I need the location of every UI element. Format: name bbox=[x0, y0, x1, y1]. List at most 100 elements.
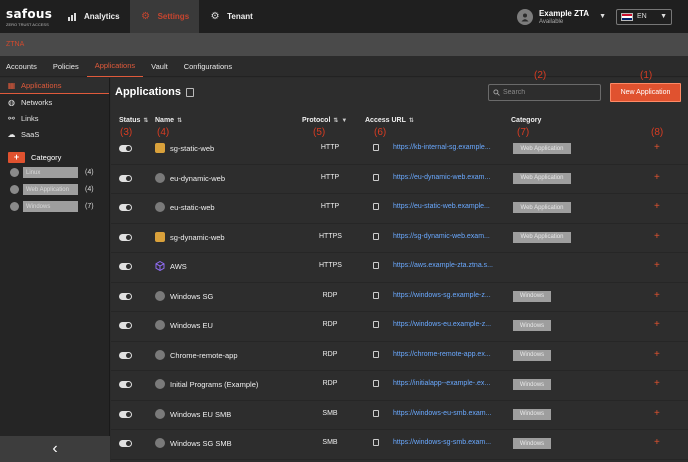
tab-accounts[interactable]: Accounts bbox=[6, 56, 45, 77]
access-url-link[interactable]: https://eu-static-web.example... bbox=[393, 203, 490, 210]
copy-icon[interactable] bbox=[373, 144, 379, 151]
add-icon[interactable]: + bbox=[654, 349, 660, 360]
tab-vault[interactable]: Vault bbox=[143, 56, 176, 77]
tab-policies[interactable]: Policies bbox=[45, 56, 87, 77]
access-url-link[interactable]: https://initialapp--example-.ex... bbox=[393, 380, 490, 387]
access-url-link[interactable]: https://aws.example-zta.ztna.s... bbox=[393, 262, 493, 269]
sidebar-item-applications[interactable]: ▦ Applications bbox=[0, 78, 109, 94]
tab-configurations[interactable]: Configurations bbox=[176, 56, 240, 77]
app-name[interactable]: Windows EU SMB bbox=[170, 410, 231, 419]
sidebar-item-links[interactable]: ⚯ Links bbox=[0, 110, 109, 126]
nav-settings[interactable]: ⚙ Settings bbox=[129, 0, 200, 33]
app-name[interactable]: sg-static-web bbox=[170, 144, 214, 153]
access-url-link[interactable]: https://eu-dynamic-web.exam... bbox=[393, 174, 490, 181]
brand-logo[interactable]: safous ZERO TRUST ACCESS bbox=[0, 7, 56, 27]
status-toggle[interactable] bbox=[119, 440, 132, 447]
access-url-link[interactable]: https://windows-eu-smb.exam... bbox=[393, 410, 491, 417]
category-badge: Windows bbox=[513, 438, 551, 449]
app-name[interactable]: Windows EU bbox=[170, 321, 213, 330]
table-row[interactable]: eu-dynamic-web HTTP https://eu-dynamic-w… bbox=[111, 165, 688, 194]
category-item-windows[interactable]: Windows (7) bbox=[0, 198, 109, 215]
table-row[interactable]: sg-dynamic-web HTTPS https://sg-dynamic-… bbox=[111, 224, 688, 253]
status-toggle[interactable] bbox=[119, 145, 132, 152]
copy-icon[interactable] bbox=[373, 232, 379, 240]
add-icon[interactable]: + bbox=[654, 437, 660, 448]
copy-icon[interactable] bbox=[373, 262, 379, 269]
new-application-button[interactable]: New Application bbox=[610, 83, 681, 102]
status-toggle[interactable] bbox=[119, 174, 132, 182]
table-row[interactable]: Windows EU RDP https://windows-eu.exampl… bbox=[111, 312, 688, 342]
tab-applications[interactable]: Applications bbox=[86, 56, 144, 77]
collapse-sidebar-button[interactable]: ‹ bbox=[0, 436, 110, 462]
sidebar-item-saas[interactable]: ☁ SaaS bbox=[0, 126, 109, 142]
language-select[interactable]: EN ▼ bbox=[616, 8, 672, 25]
category-item-linux[interactable]: Linux (4) bbox=[0, 164, 109, 181]
status-toggle[interactable] bbox=[119, 204, 132, 211]
search-box[interactable] bbox=[488, 84, 601, 101]
column-access-url[interactable]: Access URL ⇅ bbox=[365, 117, 414, 124]
app-name[interactable]: Windows SG bbox=[170, 292, 213, 301]
status-toggle[interactable] bbox=[119, 292, 132, 300]
status-toggle[interactable] bbox=[119, 263, 132, 270]
copy-icon[interactable] bbox=[373, 439, 379, 446]
app-name[interactable]: AWS bbox=[170, 262, 187, 271]
access-url-link[interactable]: https://kb-internal-sg.example... bbox=[393, 144, 491, 151]
column-protocol[interactable]: Protocol ⇅ ▼ bbox=[302, 117, 347, 124]
app-icon bbox=[155, 290, 165, 301]
column-status[interactable]: Status ⇅ bbox=[119, 117, 148, 124]
app-name[interactable]: eu-dynamic-web bbox=[170, 174, 225, 183]
document-icon[interactable] bbox=[186, 87, 195, 97]
table-row[interactable]: Chrome-remote-app RDP https://chrome-rem… bbox=[111, 342, 688, 371]
add-category-button[interactable]: + bbox=[8, 151, 25, 163]
status-toggle[interactable] bbox=[119, 233, 132, 241]
column-name[interactable]: Name ⇅ bbox=[155, 117, 182, 124]
add-icon[interactable]: + bbox=[654, 201, 660, 212]
table-row[interactable]: Windows SG RDP https://windows-sg.exampl… bbox=[111, 283, 688, 312]
access-url-link[interactable]: https://windows-eu.example-z... bbox=[393, 321, 491, 328]
app-name[interactable]: Initial Programs (Example) bbox=[170, 380, 258, 389]
copy-icon[interactable] bbox=[373, 409, 379, 417]
status-toggle[interactable] bbox=[119, 322, 132, 329]
add-icon[interactable]: + bbox=[654, 290, 660, 301]
add-icon[interactable]: + bbox=[654, 408, 660, 419]
app-name[interactable]: Windows SG SMB bbox=[170, 439, 232, 448]
table-row[interactable]: eu-static-web HTTP https://eu-static-web… bbox=[111, 194, 688, 224]
copy-icon[interactable] bbox=[373, 291, 379, 299]
app-name[interactable]: eu-static-web bbox=[170, 203, 215, 212]
app-name[interactable]: Chrome-remote-app bbox=[170, 351, 238, 360]
category-item-web-application[interactable]: Web Application (4) bbox=[0, 181, 109, 198]
add-icon[interactable]: + bbox=[654, 231, 660, 242]
table-row[interactable]: AWS HTTPS https://aws.example-zta.ztna.s… bbox=[111, 253, 688, 283]
access-url-link[interactable]: https://sg-dynamic-web.exam... bbox=[393, 233, 490, 240]
table-row[interactable]: Windows EU SMB SMB https://windows-eu-sm… bbox=[111, 401, 688, 430]
copy-icon[interactable] bbox=[373, 173, 379, 181]
copy-icon[interactable] bbox=[373, 203, 379, 210]
access-url-link[interactable]: https://windows-sg-smb.exam... bbox=[393, 439, 491, 446]
status-toggle[interactable] bbox=[119, 351, 132, 359]
user-menu[interactable]: Example ZTA Available ▼ bbox=[516, 8, 616, 25]
copy-icon[interactable] bbox=[373, 321, 379, 328]
access-url-link[interactable]: https://windows-sg.example-z... bbox=[393, 292, 491, 299]
copy-icon[interactable] bbox=[373, 380, 379, 387]
add-icon[interactable]: + bbox=[654, 378, 660, 389]
aws-cube-icon bbox=[155, 260, 165, 272]
add-icon[interactable]: + bbox=[654, 142, 660, 153]
add-icon[interactable]: + bbox=[654, 319, 660, 330]
breadcrumb-ztna[interactable]: ZTNA bbox=[6, 41, 24, 48]
copy-icon[interactable] bbox=[373, 350, 379, 358]
sidebar-item-networks[interactable]: ◍ Networks bbox=[0, 94, 109, 110]
status-toggle[interactable] bbox=[119, 410, 132, 418]
nav-tenant[interactable]: ⚙ Tenant bbox=[199, 0, 263, 33]
table-row[interactable]: Initial Programs (Example) RDP https://i… bbox=[111, 371, 688, 401]
table-row[interactable]: sg-static-web HTTP https://kb-internal-s… bbox=[111, 135, 688, 165]
table-row[interactable]: Windows SG SMB SMB https://windows-sg-sm… bbox=[111, 430, 688, 460]
add-icon[interactable]: + bbox=[654, 260, 660, 271]
subtabs: Accounts Policies Applications Vault Con… bbox=[0, 56, 688, 77]
search-input[interactable] bbox=[503, 89, 598, 96]
status-toggle[interactable] bbox=[119, 381, 132, 388]
add-icon[interactable]: + bbox=[654, 172, 660, 183]
access-url-link[interactable]: https://chrome-remote-app.ex... bbox=[393, 351, 491, 358]
nav-analytics[interactable]: Analytics bbox=[56, 0, 130, 33]
filter-icon[interactable]: ▼ bbox=[341, 118, 347, 124]
app-name[interactable]: sg-dynamic-web bbox=[170, 233, 225, 242]
